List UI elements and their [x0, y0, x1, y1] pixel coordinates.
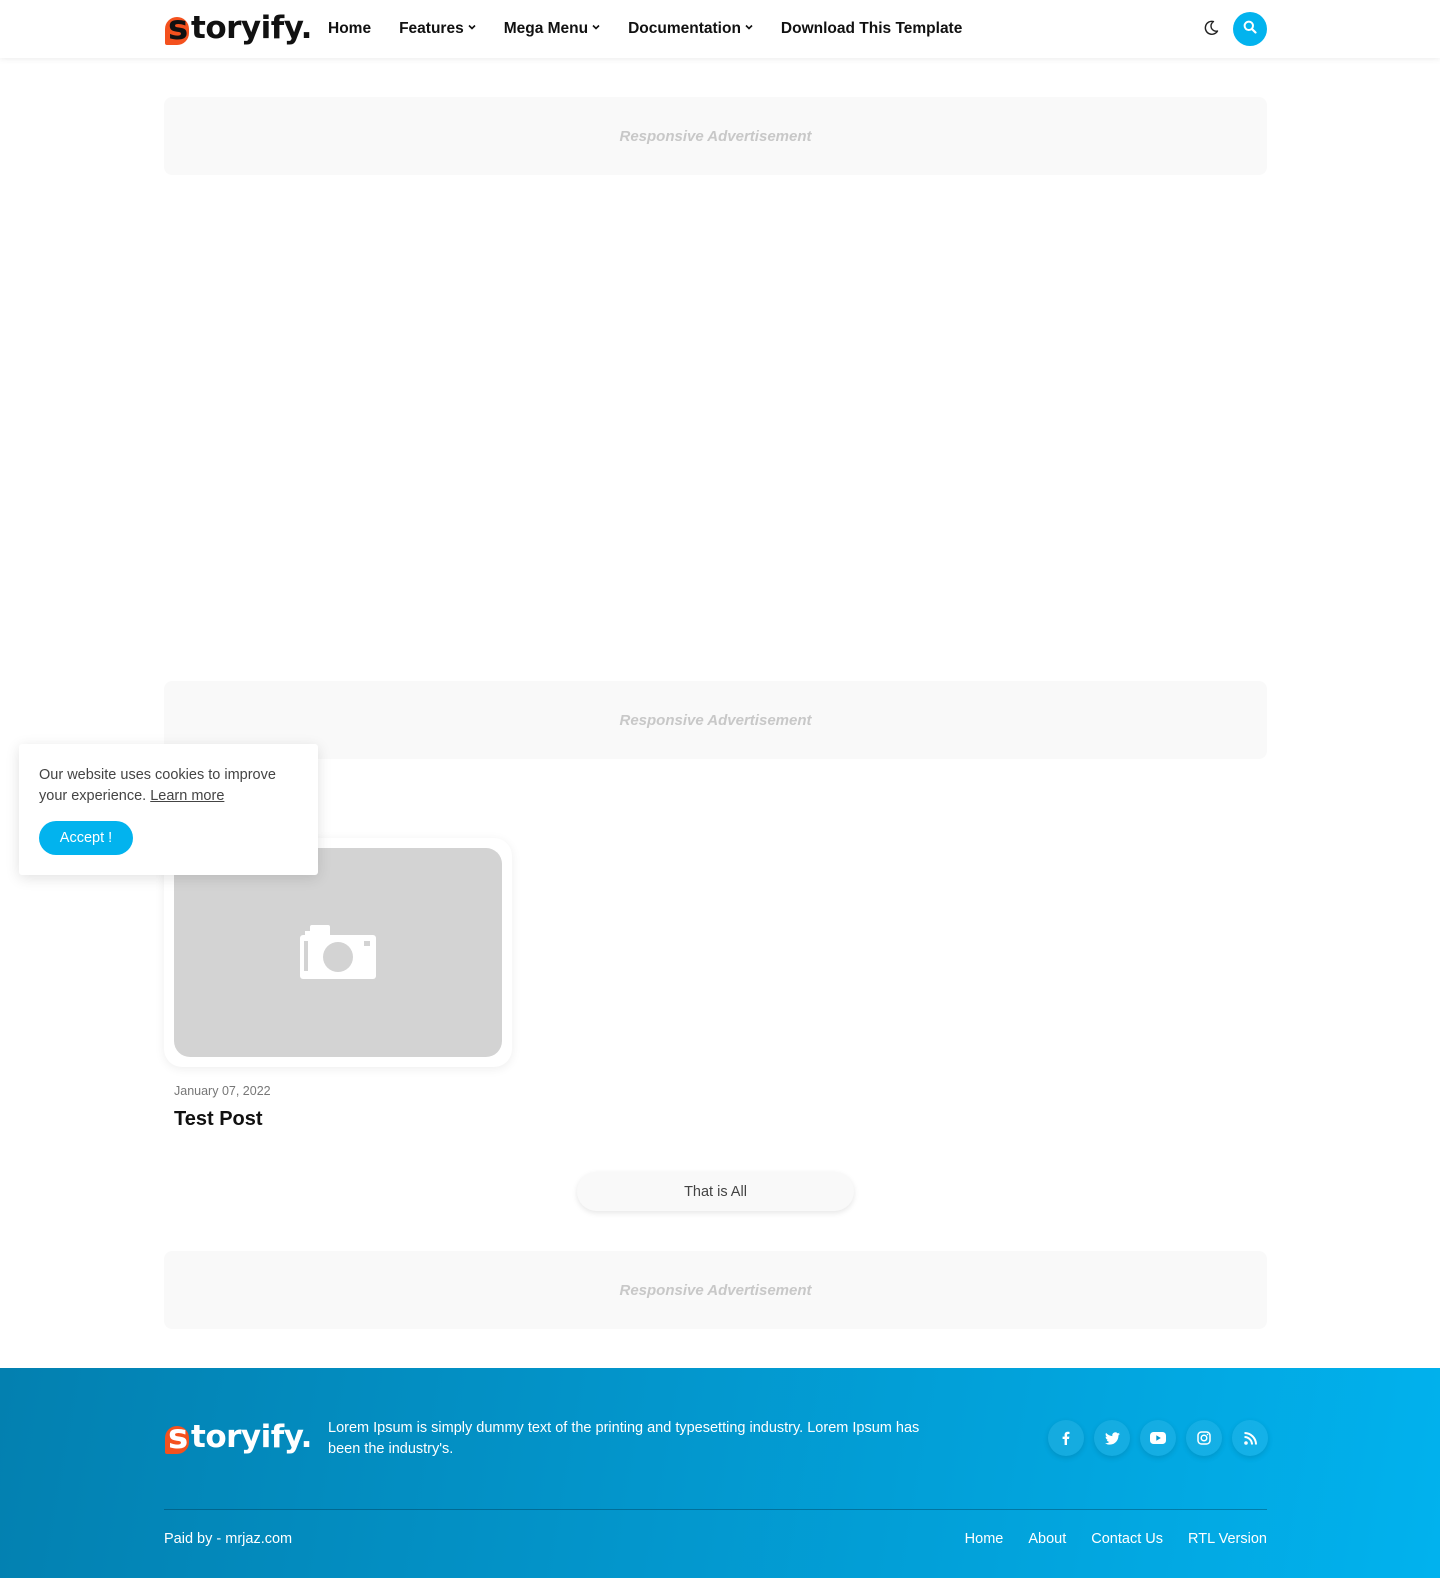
- nav-home-label: Home: [328, 19, 372, 37]
- nav-home[interactable]: Home: [328, 20, 371, 38]
- nav-documentation-label: Documentation: [628, 19, 741, 37]
- post-date: January 07, 2022: [174, 1084, 271, 1098]
- footer-link-home[interactable]: Home: [965, 1531, 1004, 1547]
- logo-letter: s: [168, 8, 189, 48]
- cookie-consent-popup: Our website uses cookies to improve your…: [19, 744, 318, 875]
- chevron-down-icon: [745, 22, 753, 33]
- nav-mega-menu[interactable]: Mega Menu: [504, 20, 600, 38]
- camera-icon: [300, 921, 376, 984]
- cookie-accept-button[interactable]: Accept !: [39, 821, 133, 855]
- advertisement-middle: Responsive Advertisement: [164, 681, 1267, 759]
- logo-mark: s: [165, 11, 191, 45]
- facebook-icon[interactable]: [1048, 1420, 1084, 1456]
- post-title[interactable]: Test Post: [174, 1108, 263, 1131]
- main-nav: Home Features Mega Menu Documentation Do…: [328, 0, 990, 57]
- advertisement-label: Responsive Advertisement: [619, 1281, 812, 1299]
- advertisement-label: Responsive Advertisement: [619, 127, 812, 145]
- footer-link-rtl-version[interactable]: RTL Version: [1188, 1531, 1267, 1547]
- footer-credit[interactable]: Paid by - mrjaz.com: [164, 1531, 292, 1547]
- site-footer: s toryify. Lorem Ipsum is simply dummy t…: [0, 1368, 1440, 1578]
- logo-mark: s: [165, 1420, 191, 1454]
- post-thumbnail[interactable]: [174, 848, 502, 1057]
- logo-text: toryify.: [191, 10, 312, 46]
- moon-icon[interactable]: [1200, 17, 1222, 39]
- cookie-accept-label: Accept !: [59, 830, 113, 846]
- load-more-button[interactable]: That is All: [577, 1172, 854, 1211]
- footer-logo[interactable]: s toryify.: [165, 1418, 312, 1456]
- instagram-icon[interactable]: [1186, 1420, 1222, 1456]
- site-logo[interactable]: s toryify.: [165, 9, 312, 47]
- nav-mega-menu-label: Mega Menu: [503, 19, 589, 37]
- cookie-message: Our website uses cookies to improve your…: [39, 765, 301, 807]
- chevron-down-icon: [592, 22, 600, 33]
- load-more-label: That is All: [684, 1183, 747, 1200]
- search-button[interactable]: [1233, 12, 1267, 46]
- chevron-down-icon: [468, 22, 476, 33]
- youtube-icon[interactable]: [1140, 1420, 1176, 1456]
- nav-features-label: Features: [399, 19, 464, 37]
- footer-divider: [164, 1509, 1267, 1510]
- site-header: s toryify. Home Features Mega Menu Docum…: [0, 0, 1440, 58]
- footer-link-about[interactable]: About: [1028, 1531, 1066, 1547]
- logo-text: toryify.: [191, 1419, 312, 1455]
- twitter-icon[interactable]: [1094, 1420, 1130, 1456]
- social-links: [1048, 1420, 1278, 1456]
- nav-features[interactable]: Features: [399, 20, 476, 38]
- logo-letter: s: [168, 1417, 189, 1457]
- footer-link-contact-us[interactable]: Contact Us: [1091, 1531, 1163, 1547]
- rss-icon[interactable]: [1232, 1420, 1268, 1456]
- advertisement-top: Responsive Advertisement: [164, 97, 1267, 175]
- nav-documentation[interactable]: Documentation: [628, 20, 753, 38]
- search-icon: [1243, 20, 1257, 39]
- cookie-learn-more-link[interactable]: Learn more: [150, 788, 224, 804]
- footer-links: Home About Contact Us RTL Version: [940, 1531, 1267, 1547]
- nav-download-template[interactable]: Download This Template: [781, 20, 962, 38]
- advertisement-label: Responsive Advertisement: [619, 711, 812, 729]
- nav-download-template-label: Download This Template: [780, 19, 963, 37]
- advertisement-bottom: Responsive Advertisement: [164, 1251, 1267, 1329]
- footer-description: Lorem Ipsum is simply dummy text of the …: [328, 1420, 920, 1457]
